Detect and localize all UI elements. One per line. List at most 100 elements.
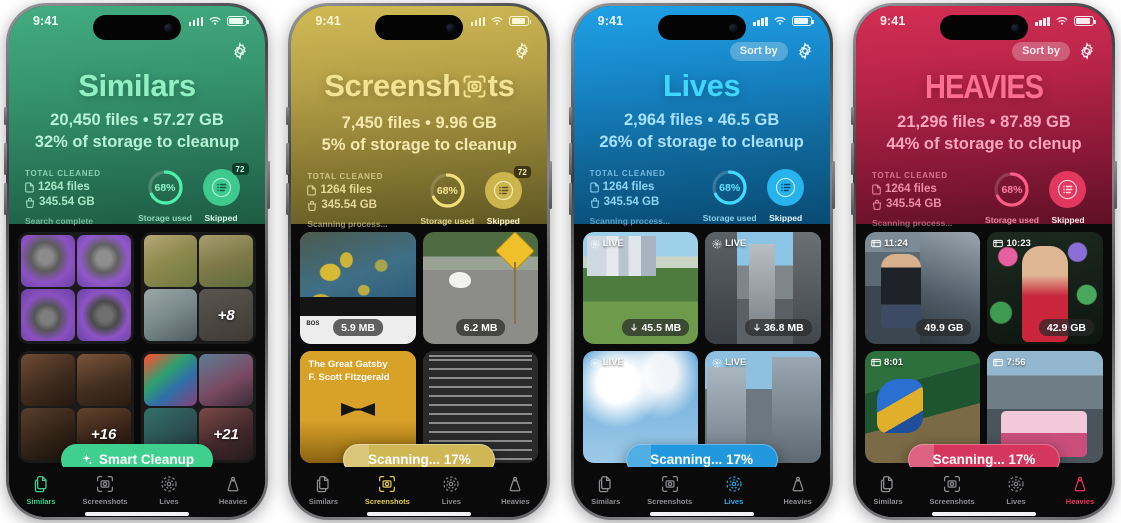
tab-screenshots[interactable]: Screenshots: [73, 474, 137, 506]
sort-by-button[interactable]: Sort by: [729, 41, 788, 61]
thumbnail[interactable]: [76, 354, 131, 406]
tab-screenshots[interactable]: Screenshots: [638, 474, 702, 506]
dynamic-island: [657, 15, 746, 40]
page-title: Screensh ts: [305, 70, 533, 104]
screenshot-card[interactable]: 6.2 MB: [422, 232, 539, 344]
thumbnail[interactable]: [199, 235, 253, 287]
silent-switch[interactable]: [850, 107, 854, 125]
status-caption: Scanning process...: [871, 218, 953, 229]
volume-up-button[interactable]: [4, 143, 7, 175]
tab-heavies[interactable]: Heavies: [483, 474, 547, 506]
file-size-pill: 42.9 GB: [1038, 319, 1094, 336]
storage-used-stat[interactable]: 68% Storage used: [702, 169, 758, 223]
tab-screenshots[interactable]: Screenshots: [920, 474, 984, 506]
tab-label: Similars: [873, 497, 903, 506]
thumbnail[interactable]: [76, 235, 131, 287]
tab-lives[interactable]: Lives: [984, 474, 1048, 506]
volume-up-button[interactable]: [850, 143, 854, 175]
duration-badge: 7:56: [993, 357, 1026, 368]
tab-lives[interactable]: Lives: [702, 474, 766, 506]
thumbnail[interactable]: [21, 235, 75, 287]
wifi-icon: [774, 17, 786, 25]
bridge-tower: [749, 244, 776, 330]
skipped-button[interactable]: [767, 169, 805, 207]
thumbnail[interactable]: [143, 289, 198, 341]
thumbnail[interactable]: [199, 354, 253, 406]
live-card[interactable]: LIVE 36.8 MB: [705, 232, 821, 344]
silent-switch[interactable]: [286, 107, 290, 125]
similars-card[interactable]: +8: [140, 232, 256, 344]
storage-used-stat[interactable]: 68% Storage used: [137, 169, 193, 223]
video-card[interactable]: 10:23 42.9 GB: [987, 232, 1103, 344]
wifi-icon: [1056, 17, 1068, 25]
live-photo-icon: [419, 474, 483, 494]
file-icon: [307, 185, 317, 196]
skipped-button[interactable]: 72: [484, 166, 531, 210]
gear-icon[interactable]: [231, 42, 249, 60]
tab-heavies[interactable]: Heavies: [201, 474, 265, 506]
skipped-button[interactable]: [1049, 171, 1087, 209]
thumbnail[interactable]: +8: [199, 289, 253, 341]
tab-similars[interactable]: Similars: [856, 474, 920, 506]
cellular-signal-icon: [1035, 16, 1050, 26]
duck-subject: [448, 272, 471, 288]
size-cleaned-row: 345.54 GB: [872, 198, 984, 210]
size-cleaned-value: 345.54 GB: [603, 196, 660, 209]
tab-similars[interactable]: Similars: [574, 474, 638, 506]
thumbnail[interactable]: [21, 354, 75, 406]
home-indicator[interactable]: [931, 512, 1036, 516]
tab-lives[interactable]: Lives: [419, 474, 483, 506]
volume-up-button[interactable]: [286, 143, 290, 175]
skipped-button[interactable]: 72: [202, 163, 249, 207]
thumbnail[interactable]: [76, 289, 131, 341]
thumbnail[interactable]: [21, 289, 75, 341]
tab-bar: Similars Screenshots Lives Heavies: [855, 467, 1112, 517]
volume-up-button[interactable]: [568, 143, 572, 175]
power-button[interactable]: [1113, 161, 1117, 209]
similars-card[interactable]: [18, 232, 134, 344]
tab-similars[interactable]: Similars: [291, 474, 355, 506]
tab-lives[interactable]: Lives: [137, 474, 201, 506]
total-cleaned-block: TOTAL CLEANED 1264 files 345.54 GB Scann…: [590, 169, 702, 226]
home-indicator[interactable]: [649, 512, 754, 516]
skipped-stat[interactable]: 72 Skipped: [475, 166, 531, 226]
home-indicator[interactable]: [367, 512, 472, 516]
tab-heavies[interactable]: Heavies: [1048, 474, 1112, 506]
live-card[interactable]: LIVE 45.5 MB: [582, 232, 699, 344]
storage-percent: 68%: [436, 184, 458, 197]
status-icons: [188, 16, 249, 26]
skipped-caption: Skipped: [1051, 215, 1085, 226]
sort-by-button[interactable]: Sort by: [1012, 41, 1070, 61]
thumbnail[interactable]: [143, 235, 198, 287]
thumbnail[interactable]: [143, 354, 198, 406]
screenshot-card[interactable]: BOS 5.9 MB: [300, 232, 416, 344]
volume-down-button[interactable]: [568, 183, 572, 215]
power-button[interactable]: [267, 161, 270, 209]
storage-used-caption: Storage used: [985, 215, 1039, 226]
home-indicator[interactable]: [85, 512, 189, 516]
power-button[interactable]: [831, 161, 835, 209]
volume-down-button[interactable]: [850, 183, 854, 215]
live-photo-icon: [702, 474, 766, 494]
smart-cleanup-label: Smart Cleanup: [98, 452, 195, 467]
gear-icon[interactable]: [796, 42, 814, 60]
tab-heavies[interactable]: Heavies: [766, 474, 830, 506]
skipped-stat[interactable]: Skipped: [758, 169, 814, 223]
storage-used-stat[interactable]: 68% Storage used: [984, 171, 1040, 225]
silent-switch[interactable]: [4, 107, 7, 125]
stats-line: 21,296 files • 87.89 GB: [897, 113, 1071, 131]
video-card[interactable]: 11:24 49.9 GB: [864, 232, 981, 344]
power-button[interactable]: [549, 161, 553, 209]
header-lives: 9:41 Sort by Lives 2,964 files • 46.5 GB…: [573, 6, 830, 226]
gear-icon[interactable]: [513, 42, 531, 60]
storage-used-stat[interactable]: 68% Storage used: [419, 172, 475, 226]
skipped-stat[interactable]: Skipped: [1040, 171, 1096, 225]
gear-icon[interactable]: [1078, 42, 1096, 60]
silent-switch[interactable]: [568, 107, 572, 125]
tab-screenshots[interactable]: Screenshots: [355, 474, 419, 506]
volume-down-button[interactable]: [4, 183, 7, 215]
live-photo-icon: [590, 358, 600, 367]
skipped-stat[interactable]: 72 Skipped: [193, 163, 249, 223]
tab-similars[interactable]: Similars: [9, 474, 73, 506]
volume-down-button[interactable]: [286, 183, 290, 215]
